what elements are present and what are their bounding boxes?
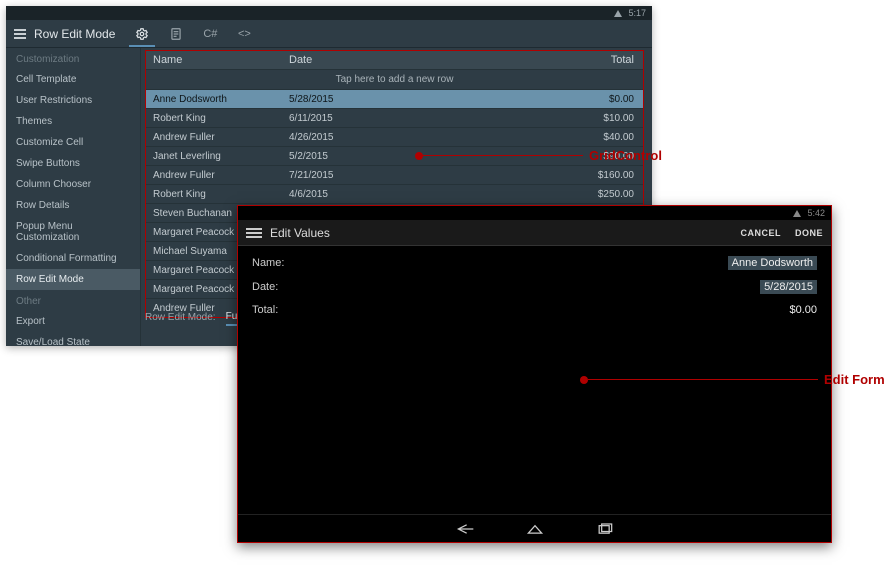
sidebar-item[interactable]: Conditional Formatting (6, 248, 140, 269)
callout-line (423, 155, 583, 156)
date-field[interactable]: 5/28/2015 (760, 280, 817, 294)
nav-recent-icon[interactable] (595, 522, 615, 536)
hamburger-icon[interactable] (10, 29, 30, 39)
status-time: 5:42 (807, 208, 825, 218)
sidebar-item[interactable]: Row Details (6, 195, 140, 216)
sidebar-item[interactable]: Cell Template (6, 69, 140, 90)
edit-form-body: Name: Anne Dodsworth Date: 5/28/2015 Tot… (238, 246, 831, 336)
field-label: Total: (252, 304, 278, 316)
row-edit-mode-label: Row Edit Mode: (145, 312, 216, 323)
nav-back-icon[interactable] (455, 522, 475, 536)
field-label: Name: (252, 257, 284, 269)
total-field[interactable]: $0.00 (789, 304, 817, 316)
tab-description[interactable] (159, 20, 193, 47)
top-bar: Row Edit Mode C# <> (6, 20, 652, 48)
sidebar-item[interactable]: Save/Load State (6, 332, 140, 346)
sidebar-item[interactable]: Swipe Buttons (6, 153, 140, 174)
callout-gridcontrol: GridControl (415, 148, 662, 163)
callout-label: GridControl (589, 148, 662, 163)
done-button[interactable]: DONE (795, 228, 823, 238)
tab-csharp[interactable]: C# (193, 20, 227, 47)
field-label: Date: (252, 281, 278, 293)
sidebar-item[interactable]: Customize Cell (6, 132, 140, 153)
android-navbar (238, 514, 831, 542)
edit-row-date: Date: 5/28/2015 (252, 280, 817, 294)
status-time: 5:17 (628, 8, 646, 18)
tab-settings[interactable] (125, 20, 159, 47)
sidebar-item[interactable]: Themes (6, 111, 140, 132)
hamburger-icon[interactable] (246, 228, 262, 238)
sidebar-item-row-edit-mode[interactable]: Row Edit Mode (6, 269, 140, 290)
sidebar-item[interactable]: Popup Menu Customization (6, 216, 140, 248)
cancel-button[interactable]: CANCEL (740, 228, 781, 238)
page-title: Row Edit Mode (34, 27, 115, 41)
status-bar: 5:17 (6, 6, 652, 20)
status-bar: 5:42 (238, 206, 831, 220)
sidebar-section-other: Other (6, 290, 140, 311)
name-field[interactable]: Anne Dodsworth (728, 256, 817, 270)
callout-dot-icon (415, 152, 423, 160)
edit-title: Edit Values (270, 226, 726, 240)
edit-row-name: Name: Anne Dodsworth (252, 256, 817, 270)
signal-icon (793, 210, 801, 217)
callout-dot-icon (580, 376, 588, 384)
sidebar-item[interactable]: User Restrictions (6, 90, 140, 111)
nav-home-icon[interactable] (525, 522, 545, 536)
callout-label: Edit Form (824, 372, 885, 387)
tab-strip: C# <> (125, 20, 261, 47)
gear-icon (135, 27, 149, 41)
sidebar: Customization Cell Template User Restric… (6, 48, 141, 346)
tab-code[interactable]: <> (227, 20, 261, 47)
edit-header: Edit Values CANCEL DONE (238, 220, 831, 246)
edit-row-total: Total: $0.00 (252, 304, 817, 316)
callout-line (588, 379, 818, 380)
document-icon (169, 27, 183, 41)
sidebar-section-customization: Customization (6, 48, 140, 69)
callout-editform: Edit Form (580, 372, 885, 387)
sidebar-item[interactable]: Column Chooser (6, 174, 140, 195)
signal-icon (614, 10, 622, 17)
sidebar-item[interactable]: Export (6, 311, 140, 332)
